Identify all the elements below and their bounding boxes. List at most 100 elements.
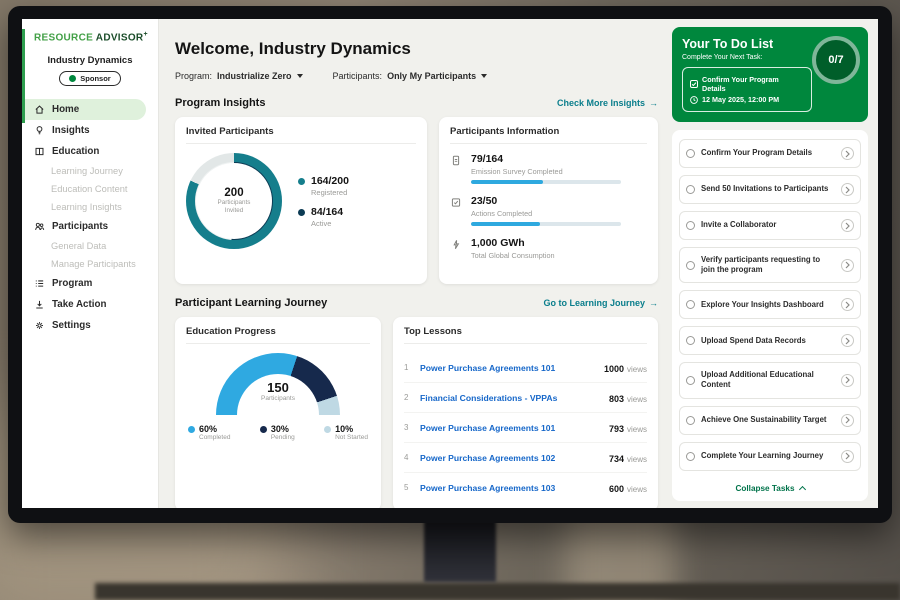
insights-cards-row: Invited Participants 200 Participants In… [175, 117, 658, 284]
task-checkbox[interactable] [686, 221, 695, 230]
lesson-row: 4 Power Purchase Agreements 102 734views [404, 443, 647, 473]
progress-fill-0 [471, 180, 543, 184]
check-more-insights-link[interactable]: Check More Insights → [557, 98, 658, 108]
section-title-learning-journey: Participant Learning Journey [175, 297, 327, 309]
pending-dot [260, 426, 267, 433]
lesson-views-label: views [627, 425, 647, 434]
gauge-center-value: 150 [216, 380, 340, 395]
completed-dot [188, 426, 195, 433]
legend-item-pending: 30% Pending [260, 424, 295, 441]
dashboard-screen: RESOURCE ADVISOR+ Industry Dynamics Spon… [22, 19, 878, 508]
sidebar-item-label: Program [52, 278, 92, 289]
sidebar-item-insights[interactable]: Insights [22, 120, 158, 141]
sidebar-item-education[interactable]: Education [22, 141, 158, 162]
lesson-views-label: views [627, 455, 647, 464]
go-to-learning-journey-label: Go to Learning Journey [543, 298, 645, 308]
section-title-program-insights: Program Insights [175, 97, 265, 109]
invited-donut-center: 200 Participants Invited [196, 163, 272, 239]
task-row[interactable]: Upload Spend Data Records [679, 326, 861, 355]
lesson-views: 1000 [604, 364, 624, 374]
lesson-link[interactable]: Power Purchase Agreements 102 [420, 453, 601, 463]
task-checkbox[interactable] [686, 149, 695, 158]
sidebar-item-participants[interactable]: Participants [22, 216, 158, 237]
take-action-icon [34, 299, 45, 310]
task-chevron-icon[interactable] [841, 334, 854, 347]
participants-filter[interactable]: Participants: Only My Participants [333, 71, 488, 81]
task-checkbox[interactable] [686, 376, 695, 385]
task-checkbox[interactable] [686, 336, 695, 345]
collapse-tasks-link[interactable]: Collapse Tasks [679, 478, 861, 501]
task-checkbox[interactable] [686, 185, 695, 194]
sidebar-item-manage-participants[interactable]: Manage Participants [22, 255, 158, 273]
lesson-link[interactable]: Power Purchase Agreements 103 [420, 483, 601, 493]
pending-value: 30% [271, 424, 295, 434]
monitor-stand [424, 517, 496, 582]
task-row[interactable]: Explore Your Insights Dashboard [679, 290, 861, 319]
education-gauge-center: 150 Participants [216, 380, 340, 402]
collapse-tasks-label: Collapse Tasks [735, 484, 794, 493]
stat-label: Total Global Consumption [471, 251, 555, 260]
task-chevron-icon[interactable] [841, 219, 854, 232]
sidebar-item-general-data[interactable]: General Data [22, 237, 158, 255]
participants-information-card: Participants Information 79/164 Emission… [439, 117, 658, 284]
chevron-up-icon [798, 485, 805, 492]
task-row[interactable]: Achieve One Sustainability Target [679, 406, 861, 435]
home-icon [34, 104, 45, 115]
lesson-row: 5 Power Purchase Agreements 103 600views [404, 473, 647, 502]
lesson-views: 734 [609, 454, 624, 464]
task-chevron-icon[interactable] [841, 147, 854, 160]
invited-center-value: 200 [224, 187, 243, 199]
sidebar-item-label: Learning Insights [51, 202, 122, 212]
registered-value: 164/200 [311, 175, 349, 187]
next-task-label: Confirm Your Program Details [702, 75, 804, 93]
sidebar-item-learning-insights[interactable]: Learning Insights [22, 198, 158, 216]
task-row[interactable]: Verify participants requesting to join t… [679, 247, 861, 283]
clock-icon [690, 96, 698, 104]
sidebar-item-program[interactable]: Program [22, 273, 158, 294]
go-to-learning-journey-link[interactable]: Go to Learning Journey → [543, 298, 658, 308]
sidebar-item-take-action[interactable]: Take Action [22, 294, 158, 315]
task-chevron-icon[interactable] [841, 298, 854, 311]
task-list: Confirm Your Program Details Send 50 Inv… [672, 130, 868, 501]
sidebar-item-learning-journey[interactable]: Learning Journey [22, 162, 158, 180]
task-chevron-icon[interactable] [841, 259, 854, 272]
task-checkbox[interactable] [686, 300, 695, 309]
active-label: Active [311, 219, 343, 228]
lesson-row: 1 Power Purchase Agreements 101 1000view… [404, 353, 647, 383]
task-row[interactable]: Upload Additional Educational Content [679, 362, 861, 398]
task-checkbox[interactable] [686, 416, 695, 425]
task-chevron-icon[interactable] [841, 450, 854, 463]
task-row[interactable]: Send 50 Invitations to Participants [679, 175, 861, 204]
task-label: Achieve One Sustainability Target [701, 415, 835, 425]
task-row[interactable]: Confirm Your Program Details [679, 139, 861, 168]
lesson-views: 600 [609, 484, 624, 494]
sponsor-icon [69, 75, 76, 82]
sidebar-item-label: Education Content [51, 184, 128, 194]
sidebar-item-education-content[interactable]: Education Content [22, 180, 158, 198]
task-row[interactable]: Complete Your Learning Journey [679, 442, 861, 471]
task-chevron-icon[interactable] [841, 414, 854, 427]
registered-dot [298, 178, 305, 185]
lesson-views: 793 [609, 424, 624, 434]
invited-legend: 164/200 Registered 84/164 Active [298, 166, 349, 237]
lesson-link[interactable]: Power Purchase Agreements 101 [420, 363, 596, 373]
todo-card: Your To Do List Complete Your Next Task:… [672, 27, 868, 122]
task-chevron-icon[interactable] [841, 374, 854, 387]
lesson-rank: 4 [404, 453, 412, 462]
task-chevron-icon[interactable] [841, 183, 854, 196]
task-checkbox[interactable] [686, 452, 695, 461]
program-filter[interactable]: Program: Industrialize Zero [175, 71, 303, 81]
invited-center-label: Participants Invited [212, 199, 256, 215]
task-row[interactable]: Invite a Collaborator [679, 211, 861, 240]
lesson-link[interactable]: Power Purchase Agreements 101 [420, 423, 601, 433]
lesson-link[interactable]: Financial Considerations - VPPAs [420, 393, 601, 403]
legend-item-not-started: 10% Not Started [324, 424, 368, 441]
progress-fill-1 [471, 222, 540, 226]
education-legend: 60% Completed 30% Pending [186, 424, 370, 441]
task-checkbox[interactable] [686, 261, 695, 270]
progress-bar [471, 180, 621, 184]
sidebar-item-settings[interactable]: Settings [22, 315, 158, 336]
next-task-box[interactable]: Confirm Your Program Details 12 May 2025… [682, 67, 812, 112]
lesson-views: 803 [609, 394, 624, 404]
sidebar-item-home[interactable]: Home [22, 99, 146, 120]
